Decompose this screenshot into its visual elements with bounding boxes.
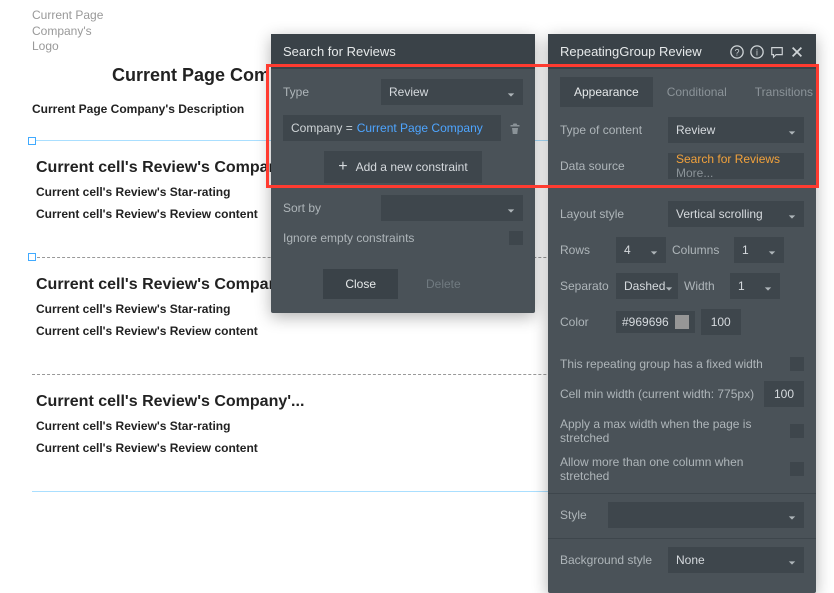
color-swatch[interactable] (675, 315, 689, 329)
tab-appearance[interactable]: Appearance (560, 77, 653, 107)
max-width-checkbox[interactable] (790, 424, 804, 438)
constraint-pill[interactable]: Company = Current Page Company (283, 115, 501, 141)
svg-text:?: ? (735, 47, 740, 57)
separator-value: Dashed (624, 279, 665, 293)
color-opacity-input[interactable] (701, 309, 741, 335)
style-dropdown[interactable] (608, 502, 804, 528)
type-value: Review (389, 85, 428, 99)
type-content-value: Review (676, 123, 715, 137)
svg-text:i: i (756, 47, 758, 57)
chevron-down-icon (788, 210, 796, 218)
tab-transitions[interactable]: Transitions (741, 77, 827, 107)
separator-dropdown[interactable]: Dashed (616, 273, 678, 299)
chevron-down-icon (768, 246, 776, 254)
close-icon[interactable] (790, 45, 804, 59)
constraint-value: Current Page Company (357, 121, 483, 135)
fixed-width-checkbox[interactable] (790, 357, 804, 371)
columns-dropdown[interactable]: 1 (734, 237, 784, 263)
width-value: 1 (738, 279, 745, 293)
type-content-dropdown[interactable]: Review (668, 117, 804, 143)
tab-bar: Appearance Conditional Transitions (548, 69, 816, 107)
layout-value: Vertical scrolling (676, 207, 763, 221)
type-content-label: Type of content (560, 123, 660, 137)
comment-icon[interactable] (770, 45, 784, 59)
panel-title: RepeatingGroup Review (560, 44, 702, 59)
color-label: Color (560, 315, 610, 329)
plus-icon: + (338, 159, 347, 175)
chevron-down-icon (507, 88, 515, 96)
tab-conditional[interactable]: Conditional (653, 77, 741, 107)
chevron-down-icon (788, 556, 796, 564)
chevron-down-icon (764, 282, 772, 290)
width-label: Width (684, 279, 724, 293)
type-dropdown[interactable]: Review (381, 79, 523, 105)
rows-label: Rows (560, 243, 610, 257)
sort-label: Sort by (283, 201, 373, 215)
bg-dropdown[interactable]: None (668, 547, 804, 573)
datasource-field[interactable]: Search for Reviews More... (668, 153, 804, 179)
help-icon[interactable]: ? (730, 45, 744, 59)
style-label: Style (560, 508, 600, 522)
datasource-label: Data source (560, 159, 660, 173)
close-button[interactable]: Close (323, 269, 398, 299)
search-panel[interactable]: Search for Reviews Type Review Company =… (271, 34, 535, 313)
min-width-label: Cell min width (current width: 775px) (560, 387, 756, 401)
multi-col-label: Allow more than one column when stretche… (560, 455, 782, 483)
layout-label: Layout style (560, 207, 660, 221)
max-width-label: Apply a max width when the page is stret… (560, 417, 782, 445)
constraint-field: Company = (291, 121, 353, 135)
chevron-down-icon (650, 246, 658, 254)
separator-label: Separato (560, 279, 610, 293)
trash-icon[interactable] (509, 122, 523, 134)
add-constraint-label: Add a new constraint (356, 160, 468, 174)
ignore-checkbox[interactable] (509, 231, 523, 245)
width-dropdown[interactable]: 1 (730, 273, 780, 299)
type-label: Type (283, 85, 373, 99)
panel-header[interactable]: RepeatingGroup Review ? i (548, 34, 816, 69)
columns-label: Columns (672, 243, 728, 257)
layout-dropdown[interactable]: Vertical scrolling (668, 201, 804, 227)
chevron-down-icon (788, 511, 796, 519)
rows-dropdown[interactable]: 4 (616, 237, 666, 263)
delete-button[interactable]: Delete (404, 269, 483, 299)
rows-value: 4 (624, 243, 631, 257)
add-constraint-button[interactable]: + Add a new constraint (324, 151, 481, 183)
bg-label: Background style (560, 553, 660, 567)
chevron-down-icon (788, 126, 796, 134)
panel-title: Search for Reviews (283, 44, 396, 59)
chevron-down-icon (507, 204, 515, 212)
columns-value: 1 (742, 243, 749, 257)
panel-header[interactable]: Search for Reviews (271, 34, 535, 69)
properties-panel[interactable]: RepeatingGroup Review ? i Appearance Con… (548, 34, 816, 593)
datasource-link[interactable]: Search for Reviews (676, 152, 780, 166)
datasource-more[interactable]: More... (676, 166, 713, 180)
ignore-label: Ignore empty constraints (283, 231, 501, 245)
chevron-down-icon (665, 282, 673, 290)
fixed-width-label: This repeating group has a fixed width (560, 357, 782, 371)
color-hex: #969696 (622, 315, 669, 329)
min-width-input[interactable] (764, 381, 804, 407)
multi-col-checkbox[interactable] (790, 462, 804, 476)
info-icon[interactable]: i (750, 45, 764, 59)
bg-value: None (676, 553, 705, 567)
sort-dropdown[interactable] (381, 195, 523, 221)
